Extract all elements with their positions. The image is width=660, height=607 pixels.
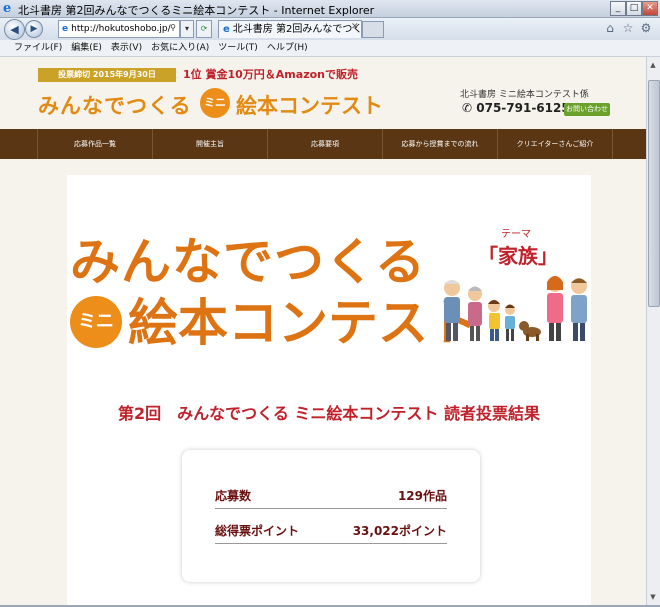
- family-illustration: [444, 276, 587, 341]
- back-icon[interactable]: ◀: [4, 19, 25, 40]
- nav-purpose[interactable]: 開催主旨: [152, 129, 267, 159]
- grandfather-figure: [444, 280, 460, 341]
- refresh-icon[interactable]: ⟳: [196, 20, 212, 38]
- contact-button[interactable]: お問い合わせ: [564, 103, 610, 116]
- tab-close-icon[interactable]: ✕: [351, 22, 359, 32]
- stat-value: 129作品: [397, 489, 447, 503]
- minimize-button[interactable]: _: [610, 1, 626, 16]
- page-viewport: 投票締切 2015年9月30日 1位 賞金10万円＆Amazonで販売 みんなで…: [0, 57, 646, 605]
- site-logo-mini-icon[interactable]: ミニ: [200, 88, 230, 118]
- stat-label: 応募数: [215, 489, 252, 503]
- stat-label: 総得票ポイント: [215, 524, 300, 538]
- tab-title: 北斗書房 第2回みんなでつく...: [232, 24, 362, 35]
- menu-favorites[interactable]: お気に入り(A): [151, 43, 209, 53]
- stats-card: [182, 450, 480, 582]
- theme-label: テーマ: [501, 229, 531, 240]
- phone-number-text: 075-791-6125: [476, 101, 570, 115]
- menu-view[interactable]: 表示(V): [111, 43, 142, 53]
- organizer-text: 北斗書房 ミニ絵本コンテスト係: [460, 90, 589, 100]
- mother-figure: [547, 276, 563, 341]
- menu-tools[interactable]: ツール(T): [218, 43, 258, 53]
- nav-guidelines[interactable]: 応募要項: [267, 129, 382, 159]
- favorites-star-icon[interactable]: ☆: [621, 21, 635, 35]
- maximize-button[interactable]: □: [626, 1, 642, 16]
- hero-title-line2: 絵本コンテスト: [128, 294, 478, 352]
- nav-flow[interactable]: 応募から授賞までの流れ: [382, 129, 497, 159]
- scroll-up-icon[interactable]: ▲: [647, 59, 659, 71]
- site-logo-text-left[interactable]: みんなでつくる: [38, 90, 192, 120]
- close-button[interactable]: ✕: [642, 1, 658, 16]
- stat-row-votes: 総得票ポイント 33,022ポイント: [215, 519, 447, 544]
- phone-number: ✆ 075-791-6125: [462, 101, 570, 115]
- father-figure: [571, 278, 587, 341]
- forward-icon[interactable]: ▶: [25, 20, 43, 38]
- child-figure-1: [488, 300, 500, 341]
- menu-bar: ファイル(F) 編集(E) 表示(V) お気に入り(A) ツール(T) ヘルプ(H): [0, 40, 660, 57]
- phone-icon: ✆: [462, 101, 473, 115]
- search-icon[interactable]: ⚲: [167, 20, 179, 36]
- tab-page-icon: e: [223, 24, 230, 35]
- deadline-badge: 投票締切 2015年9月30日: [38, 68, 176, 82]
- dog-figure: [519, 321, 541, 341]
- new-tab-button[interactable]: [362, 21, 384, 38]
- address-bar[interactable]: e http://hokutoshobo.jp/: [58, 20, 180, 38]
- stat-row-entries: 応募数 129作品: [215, 484, 447, 509]
- prize-text: 1位 賞金10万円＆Amazonで販売: [183, 68, 358, 81]
- home-icon[interactable]: ⌂: [603, 21, 617, 35]
- ie-logo-icon: e: [3, 1, 12, 16]
- theme-text: 「家族」: [478, 244, 558, 268]
- nav-entries[interactable]: 応募作品一覧: [37, 129, 152, 159]
- menu-file[interactable]: ファイル(F): [14, 43, 62, 53]
- result-title: 第2回 みんなでつくる ミニ絵本コンテスト 読者投票結果: [118, 404, 540, 423]
- stat-value: 33,022ポイント: [352, 524, 447, 538]
- scrollbar-thumb[interactable]: [648, 80, 660, 307]
- tools-gear-icon[interactable]: ⚙: [639, 21, 653, 35]
- menu-edit[interactable]: 編集(E): [71, 43, 102, 53]
- site-logo-text-right[interactable]: 絵本コンテスト: [236, 90, 383, 120]
- navigation-bar: ◀ ▶ e http://hokutoshobo.jp/ ⚲ ▾ ⟳ e 北斗書房 …: [0, 18, 660, 40]
- page-icon: e: [62, 24, 69, 34]
- menu-help[interactable]: ヘルプ(H): [267, 43, 308, 53]
- child-figure-2: [505, 304, 515, 341]
- title-bar: e 北斗書房 第2回みんなでつくるミニ絵本コンテスト - Internet Ex…: [0, 0, 660, 18]
- address-text: http://hokutoshobo.jp/: [71, 24, 171, 34]
- grandmother-figure: [468, 286, 482, 341]
- scroll-down-icon[interactable]: ▼: [647, 591, 659, 603]
- nav-creators[interactable]: クリエイターさんご紹介: [497, 129, 613, 159]
- address-dropdown-icon[interactable]: ▾: [180, 20, 194, 38]
- window-title: 北斗書房 第2回みんなでつくるミニ絵本コンテスト - Internet Expl…: [18, 4, 375, 17]
- hero-mini-icon: ミニ: [70, 296, 122, 348]
- browser-tab[interactable]: e 北斗書房 第2回みんなでつく...: [218, 20, 362, 38]
